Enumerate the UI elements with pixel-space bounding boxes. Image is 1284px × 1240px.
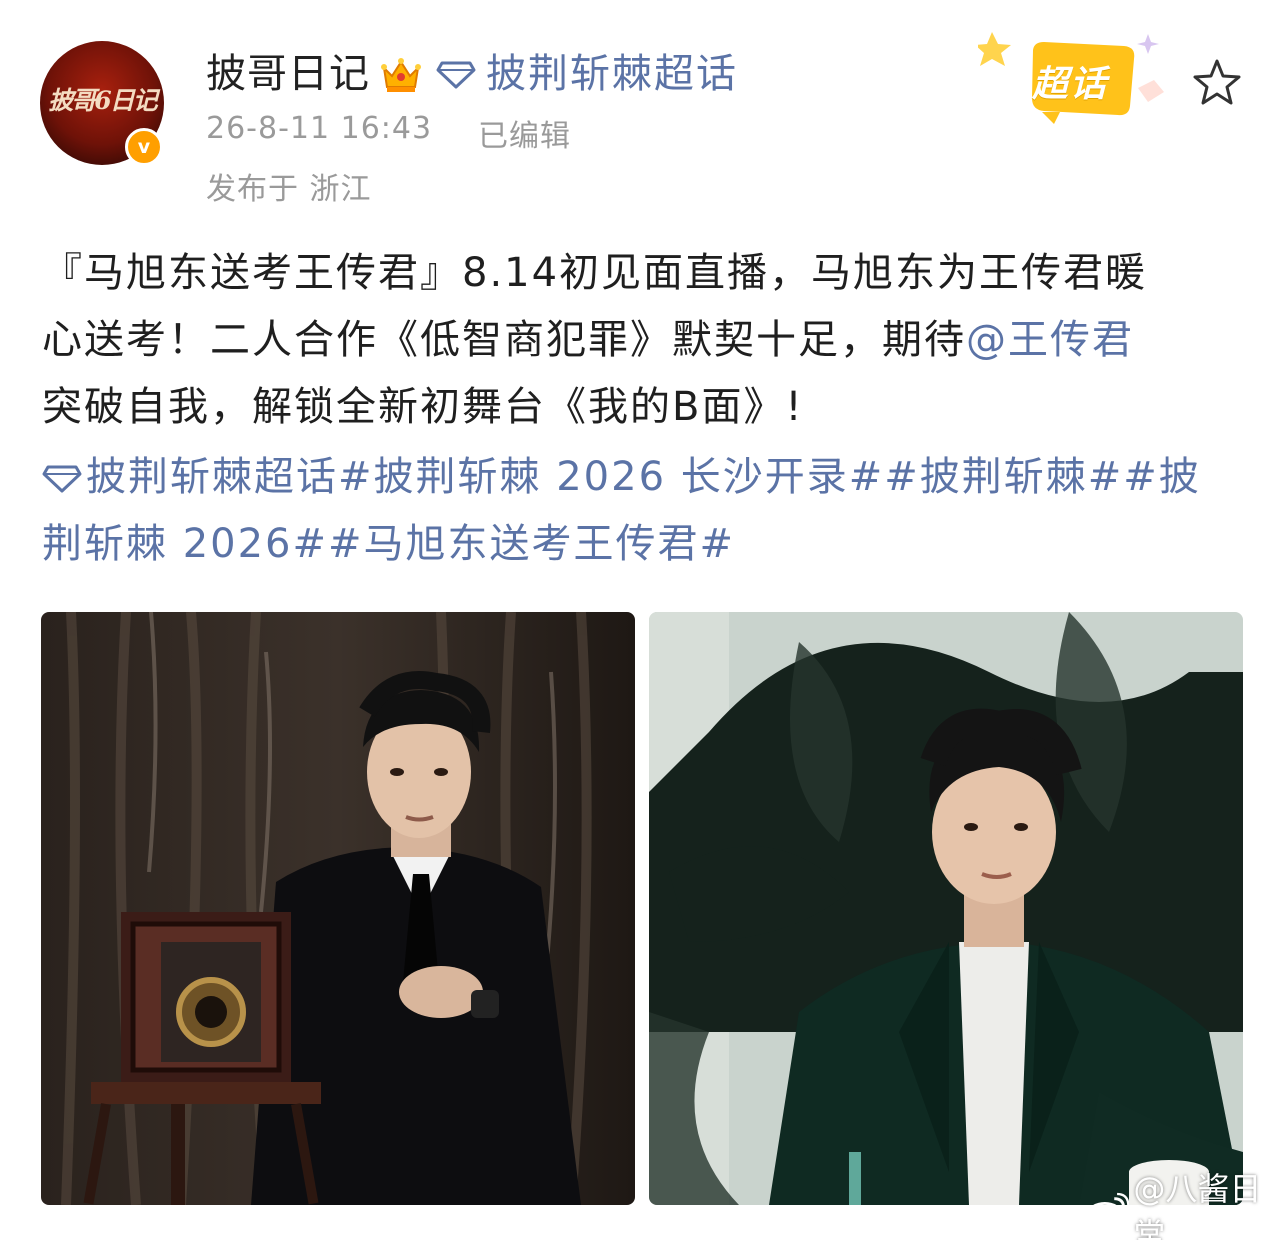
hashtag-line-1-text[interactable]: 披荆斩棘超话#披荆斩棘 2026 长沙开录##披荆斩棘##披 xyxy=(86,454,1201,500)
post-timestamp: 26-8-11 16:43 xyxy=(206,111,433,146)
super-topic-link[interactable]: 披荆斩棘超话 xyxy=(486,48,738,100)
weibo-logo-icon xyxy=(1087,1192,1130,1226)
avatar-logo-text: 披哥6日记 xyxy=(48,86,157,115)
post-line-2-text: 心送考！二人合作《低智商犯罪》默契十足，期待 xyxy=(42,317,966,363)
hashtag-line-2[interactable]: 荆斩棘 2026##马旭东送考王传君# xyxy=(42,511,1247,578)
green-shirt-man-photo xyxy=(649,612,1243,1205)
post-line-3: 突破自我，解锁全新初舞台《我的B面》! xyxy=(42,384,804,430)
post-photo-1[interactable] xyxy=(41,612,635,1205)
post-line-2: 心送考！二人合作《低智商犯罪》默契十足，期待@王传君 xyxy=(42,307,1247,374)
post-body: 『马旭东送考王传君』8.14初见面直播，马旭东为王传君暖 心送考！二人合作《低智… xyxy=(42,240,1247,441)
suit-man-photo xyxy=(41,612,635,1205)
watermark: @八酱日常 xyxy=(1086,1170,1284,1240)
post-photo-2[interactable] xyxy=(649,612,1243,1205)
edited-label[interactable]: 已编辑 xyxy=(478,111,571,155)
star-outline-icon[interactable] xyxy=(1192,58,1242,108)
hashtag-block: 披荆斩棘超话#披荆斩棘 2026 长沙开录##披荆斩棘##披 荆斩棘 2026#… xyxy=(42,444,1247,578)
weibo-post-screen: 披哥6日记 v 披哥日记 披荆斩棘超话 26-8-11 16:43 已编辑 发布… xyxy=(0,0,1284,1240)
username[interactable]: 披哥日记 xyxy=(206,48,370,100)
verified-v-icon: v xyxy=(125,128,163,166)
supertopic-badge-label: 超话 xyxy=(1032,64,1109,105)
mention-link[interactable]: @王传君 xyxy=(966,317,1134,363)
diamond-icon xyxy=(436,61,476,89)
diamond-icon xyxy=(42,465,82,493)
crown-icon xyxy=(381,58,421,92)
post-location: 发布于 浙江 xyxy=(206,172,372,207)
user-row: 披哥日记 披荆斩棘超话 xyxy=(206,48,738,100)
post-line-1: 『马旭东送考王传君』8.14初见面直播，马旭东为王传君暖 xyxy=(42,250,1148,296)
watermark-text: @八酱日常 xyxy=(1133,1170,1262,1240)
hashtag-line-1[interactable]: 披荆斩棘超话#披荆斩棘 2026 长沙开录##披荆斩棘##披 xyxy=(42,444,1247,511)
